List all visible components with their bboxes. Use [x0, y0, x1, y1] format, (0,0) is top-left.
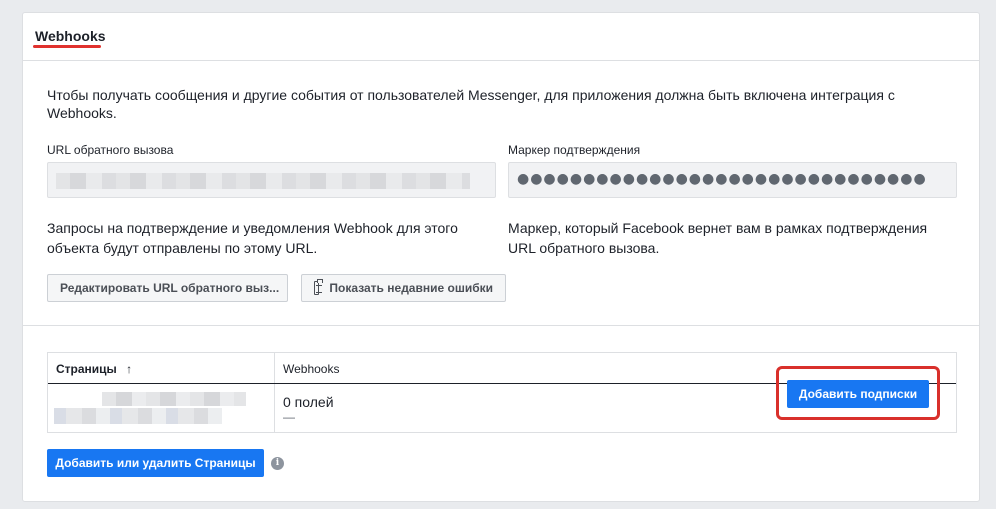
webhooks-card: Webhooks Чтобы получать сообщения и друг…: [22, 12, 980, 502]
verify-token-help: Маркер, который Facebook вернет вам в ра…: [508, 220, 928, 256]
callback-url-field[interactable]: [47, 162, 496, 198]
section-divider: [23, 325, 979, 326]
info-icon[interactable]: i: [271, 457, 284, 470]
callback-url-label: URL обратного вызова: [47, 143, 174, 157]
column-header-pages[interactable]: Страницы ↑: [48, 353, 275, 383]
redacted-page-id: [54, 408, 222, 424]
sort-up-icon: ↑: [126, 362, 133, 376]
show-recent-errors-button[interactable]: Показать недавние ошибки: [301, 274, 506, 302]
add-subscriptions-label: Добавить подписки: [798, 387, 918, 401]
clipboard-icon: [314, 279, 324, 295]
redacted-page-name: [102, 392, 246, 406]
add-remove-pages-label: Добавить или удалить Страницы: [55, 456, 256, 470]
add-remove-pages-button[interactable]: Добавить или удалить Страницы: [47, 449, 264, 477]
title-underline: [33, 45, 101, 48]
add-subscriptions-button[interactable]: Добавить подписки: [787, 380, 929, 408]
column-pages-label: Страницы: [56, 362, 117, 376]
table-row-page-cell: [48, 384, 275, 432]
intro-text: Чтобы получать сообщения и другие событи…: [47, 87, 895, 121]
edit-callback-url-button[interactable]: Редактировать URL обратного выз...: [47, 274, 288, 302]
verify-token-label: Маркер подтверждения: [508, 143, 641, 157]
verify-token-field[interactable]: ●●●●●●●●●●●●●●●●●●●●●●●●●●●●●●●: [508, 162, 957, 198]
show-errors-label: Показать недавние ошибки: [329, 281, 493, 295]
edit-callback-label: Редактировать URL обратного выз...: [60, 281, 280, 295]
redacted-url: [56, 173, 470, 189]
verify-token-value: ●●●●●●●●●●●●●●●●●●●●●●●●●●●●●●●: [517, 171, 927, 187]
section-title: Webhooks: [35, 28, 106, 44]
card-header: Webhooks: [23, 13, 979, 61]
fields-dash: —: [283, 410, 295, 424]
callback-url-help: Запросы на подтверждение и уведомления W…: [47, 220, 458, 256]
fields-count: 0 полей: [283, 394, 334, 410]
